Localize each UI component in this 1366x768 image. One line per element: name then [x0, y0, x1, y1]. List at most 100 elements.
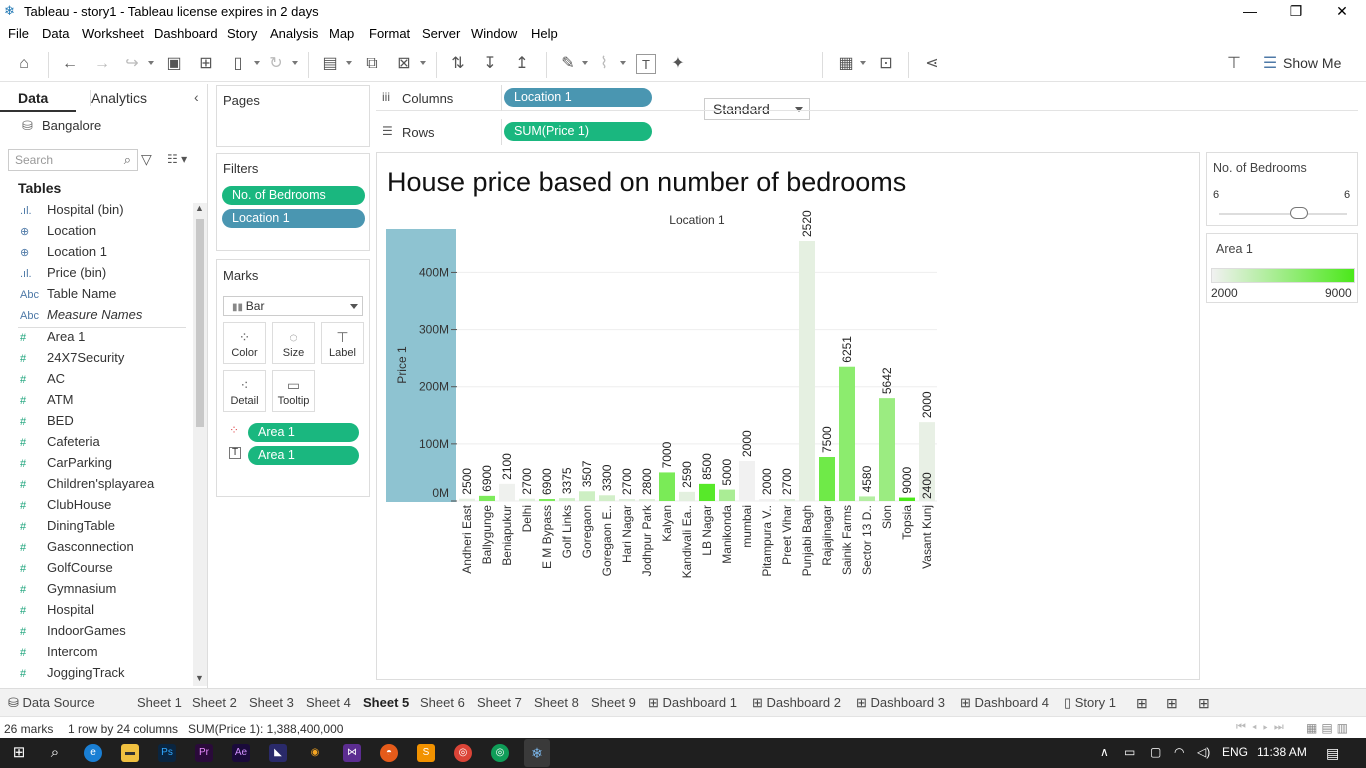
field-item[interactable]: # Cafeteria: [20, 434, 100, 454]
slider-handle[interactable]: [1290, 207, 1308, 219]
tooltip-button[interactable]: ▭ Tooltip: [272, 370, 315, 412]
new-dashboard-tab-icon[interactable]: ⊞: [1166, 695, 1178, 712]
bar[interactable]: [619, 499, 635, 501]
sort-ascending-icon[interactable]: ↧: [480, 54, 500, 74]
photoshop-icon[interactable]: Ps: [158, 744, 176, 762]
columns-shelf[interactable]: iii Columns Location 1: [376, 85, 1358, 111]
group-icon[interactable]: ⌇: [594, 54, 614, 74]
sheet-tab[interactable]: ⊞ Dashboard 4: [960, 695, 1049, 711]
bar-chart[interactable]: Location 1 Price 1 0M 100M 200M 300M 400M Andhe…: [377, 153, 1199, 679]
field-item[interactable]: # Gasconnection: [20, 539, 134, 559]
color-button[interactable]: ⁘ Color: [223, 322, 266, 364]
scroll-down-icon[interactable]: ▼: [195, 673, 204, 683]
bar[interactable]: [559, 498, 575, 501]
rows-shelf[interactable]: ☰ Rows SUM(Price 1): [376, 119, 1358, 145]
file-explorer-icon[interactable]: ▬: [121, 744, 139, 762]
field-item[interactable]: # BED: [20, 413, 74, 433]
tab-analytics[interactable]: Analytics: [90, 90, 147, 106]
filter-pill-location[interactable]: Location 1: [222, 209, 365, 228]
menu-format[interactable]: Format: [369, 26, 410, 41]
field-item[interactable]: # Gymnasium: [20, 581, 116, 601]
replay-icon[interactable]: ↪: [122, 54, 142, 74]
field-item[interactable]: # Area 1: [20, 329, 85, 349]
sheet-nav-icon[interactable]: ⏮◂▸⏭: [1236, 721, 1290, 734]
sort-descending-icon[interactable]: ↥: [512, 54, 532, 74]
sheet-tab[interactable]: ⊞ Dashboard 3: [856, 695, 945, 711]
sheet-tab[interactable]: Sheet 2: [192, 695, 237, 710]
field-item[interactable]: # AC: [20, 371, 65, 391]
menu-story[interactable]: Story: [227, 26, 257, 41]
field-item[interactable]: # DiningTable: [20, 518, 115, 538]
notifications-icon[interactable]: ▤: [1326, 745, 1339, 762]
pages-shelf[interactable]: Pages: [216, 85, 370, 147]
bar[interactable]: [719, 489, 735, 501]
save-icon[interactable]: ▣: [164, 54, 184, 74]
detail-button[interactable]: ⁖ Detail: [223, 370, 266, 412]
duplicate-sheet-icon[interactable]: ⧉: [362, 54, 382, 74]
show-labels-icon[interactable]: T: [636, 54, 656, 74]
sheet-tab[interactable]: ▯ Story 1: [1064, 695, 1116, 711]
close-button[interactable]: ✕: [1319, 0, 1365, 22]
field-item[interactable]: # IndoorGames: [20, 623, 126, 643]
presentation-mode-icon[interactable]: ⊡: [876, 54, 896, 74]
size-button[interactable]: ◌ Size: [272, 322, 315, 364]
color-gradient[interactable]: [1211, 268, 1355, 283]
sheet-tab[interactable]: Sheet 8: [534, 695, 579, 710]
bar[interactable]: [479, 495, 495, 501]
field-item[interactable]: # Hospital: [20, 602, 94, 622]
bar[interactable]: [519, 498, 535, 501]
field-item[interactable]: Abc Measure Names: [20, 307, 142, 327]
bar[interactable]: [459, 498, 475, 501]
field-item[interactable]: #24X7Security: [20, 350, 124, 370]
windows-start-icon[interactable]: ⊞: [10, 744, 28, 762]
blender-icon[interactable]: ◉: [306, 744, 324, 762]
bar[interactable]: [799, 241, 815, 501]
scrollbar-thumb[interactable]: [196, 219, 204, 427]
view-options-icon[interactable]: ☷ ▾: [167, 152, 187, 166]
menu-worksheet[interactable]: Worksheet: [82, 26, 144, 41]
bar[interactable]: [499, 483, 515, 501]
bar[interactable]: [879, 398, 895, 501]
bar[interactable]: [759, 499, 775, 501]
search-input[interactable]: Search ⌕: [8, 149, 138, 171]
edge-icon[interactable]: e: [84, 744, 102, 762]
menu-map[interactable]: Map: [329, 26, 354, 41]
undo-icon[interactable]: ←: [60, 54, 80, 74]
bar[interactable]: [859, 496, 875, 501]
taskbar-search-icon[interactable]: ⌕: [46, 744, 64, 762]
sublime-icon[interactable]: S: [417, 744, 435, 762]
chrome-icon-2[interactable]: ◎: [491, 744, 509, 762]
new-sheet-icon[interactable]: ▤: [320, 54, 340, 74]
field-item[interactable]: .ıl. Price (bin): [20, 265, 106, 285]
field-item[interactable]: # GolfCourse: [20, 560, 113, 580]
new-story-tab-icon[interactable]: ⊞: [1198, 695, 1210, 712]
field-list-scrollbar[interactable]: ▲ ▼: [193, 203, 207, 686]
layout-toggle-icon[interactable]: ▦▤▥: [1306, 721, 1352, 735]
filter-pill-bedrooms[interactable]: No. of Bedrooms: [222, 186, 365, 205]
new-datasource-icon[interactable]: ⊞: [196, 54, 216, 74]
home-icon[interactable]: ⌂: [14, 54, 34, 74]
clock[interactable]: 11:38 AM: [1257, 745, 1307, 759]
bar[interactable]: [839, 366, 855, 501]
menu-window[interactable]: Window: [471, 26, 517, 41]
volume-icon[interactable]: ◁): [1197, 745, 1210, 759]
scroll-up-icon[interactable]: ▲: [195, 203, 204, 213]
mark-pill-color-area[interactable]: Area 1: [248, 423, 359, 442]
field-item[interactable]: ⊕ Location: [20, 223, 96, 243]
viz-canvas[interactable]: House price based on number of bedrooms …: [376, 152, 1200, 680]
bar[interactable]: [739, 461, 755, 501]
field-item[interactable]: .ıl. Hospital (bin): [20, 202, 124, 222]
bar[interactable]: [819, 457, 835, 501]
menu-server[interactable]: Server: [422, 26, 460, 41]
collapse-pane-icon[interactable]: ‹: [194, 89, 199, 105]
language-indicator[interactable]: ENG: [1222, 745, 1248, 759]
menu-data[interactable]: Data: [42, 26, 69, 41]
menu-analysis[interactable]: Analysis: [270, 26, 318, 41]
field-item[interactable]: # ATM: [20, 392, 73, 412]
restore-button[interactable]: ❐: [1273, 0, 1319, 22]
mark-type-dropdown[interactable]: ▮▮ Bar: [223, 296, 363, 316]
format-brush-icon[interactable]: ⊤: [1224, 54, 1244, 74]
bar[interactable]: [579, 491, 595, 501]
meet-icon[interactable]: ▢: [1150, 745, 1161, 759]
field-item[interactable]: # ClubHouse: [20, 497, 111, 517]
